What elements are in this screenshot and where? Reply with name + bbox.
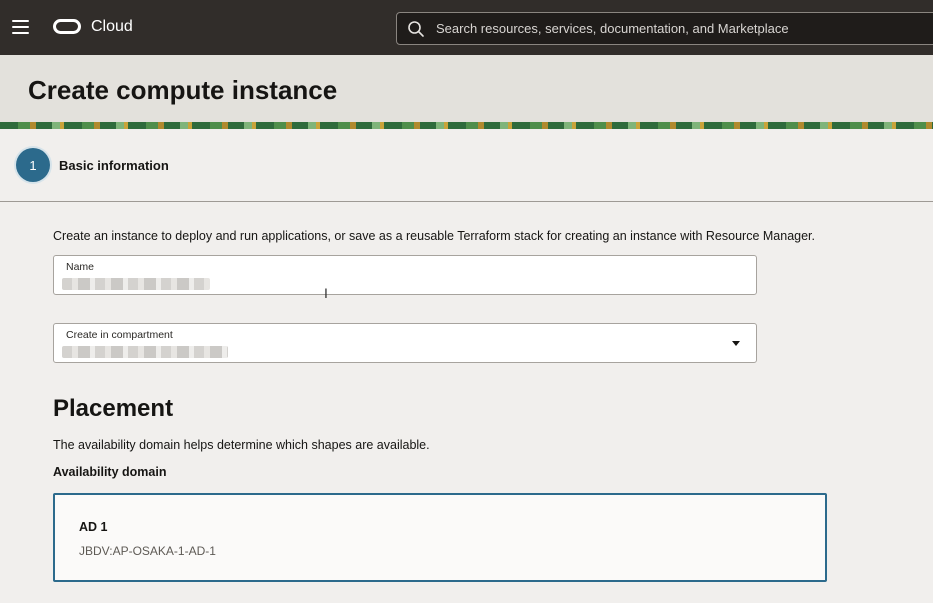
step-label: Basic information bbox=[59, 158, 169, 173]
decorative-banner bbox=[0, 122, 933, 129]
hamburger-menu-icon[interactable] bbox=[12, 20, 29, 34]
page-title: Create compute instance bbox=[28, 75, 338, 105]
page-header: Create compute instance bbox=[0, 55, 933, 122]
chevron-down-icon[interactable] bbox=[732, 341, 740, 346]
form-intro-text: Create an instance to deploy and run app… bbox=[53, 229, 815, 243]
global-search-input[interactable]: Search resources, services, documentatio… bbox=[396, 12, 933, 45]
availability-domain-id: JBDV:AP-OSAKA-1-AD-1 bbox=[79, 544, 216, 558]
search-placeholder: Search resources, services, documentatio… bbox=[436, 21, 789, 36]
availability-domain-label: Availability domain bbox=[53, 465, 167, 479]
name-field-label: Name bbox=[66, 261, 95, 273]
name-field[interactable]: Name bbox=[53, 255, 757, 295]
redacted-name-value bbox=[62, 278, 210, 290]
redacted-compartment-value bbox=[62, 346, 228, 358]
oracle-logo-icon[interactable] bbox=[53, 19, 81, 34]
search-icon bbox=[408, 21, 424, 37]
availability-domain-card-ad1[interactable]: AD 1 JBDV:AP-OSAKA-1-AD-1 bbox=[53, 493, 827, 582]
wizard-step-basic-information[interactable]: 1 Basic information bbox=[0, 129, 933, 202]
placement-description: The availability domain helps determine … bbox=[53, 438, 430, 452]
compartment-select[interactable]: Create in compartment bbox=[53, 323, 757, 363]
step-number-badge: 1 bbox=[16, 148, 50, 182]
text-cursor-icon: I bbox=[324, 285, 328, 301]
availability-domain-name: AD 1 bbox=[79, 520, 108, 534]
placement-heading: Placement bbox=[53, 395, 174, 422]
brand-name[interactable]: Cloud bbox=[91, 18, 133, 36]
compartment-field-label: Create in compartment bbox=[66, 329, 173, 341]
top-navigation-bar: Cloud Search resources, services, docume… bbox=[0, 0, 933, 55]
